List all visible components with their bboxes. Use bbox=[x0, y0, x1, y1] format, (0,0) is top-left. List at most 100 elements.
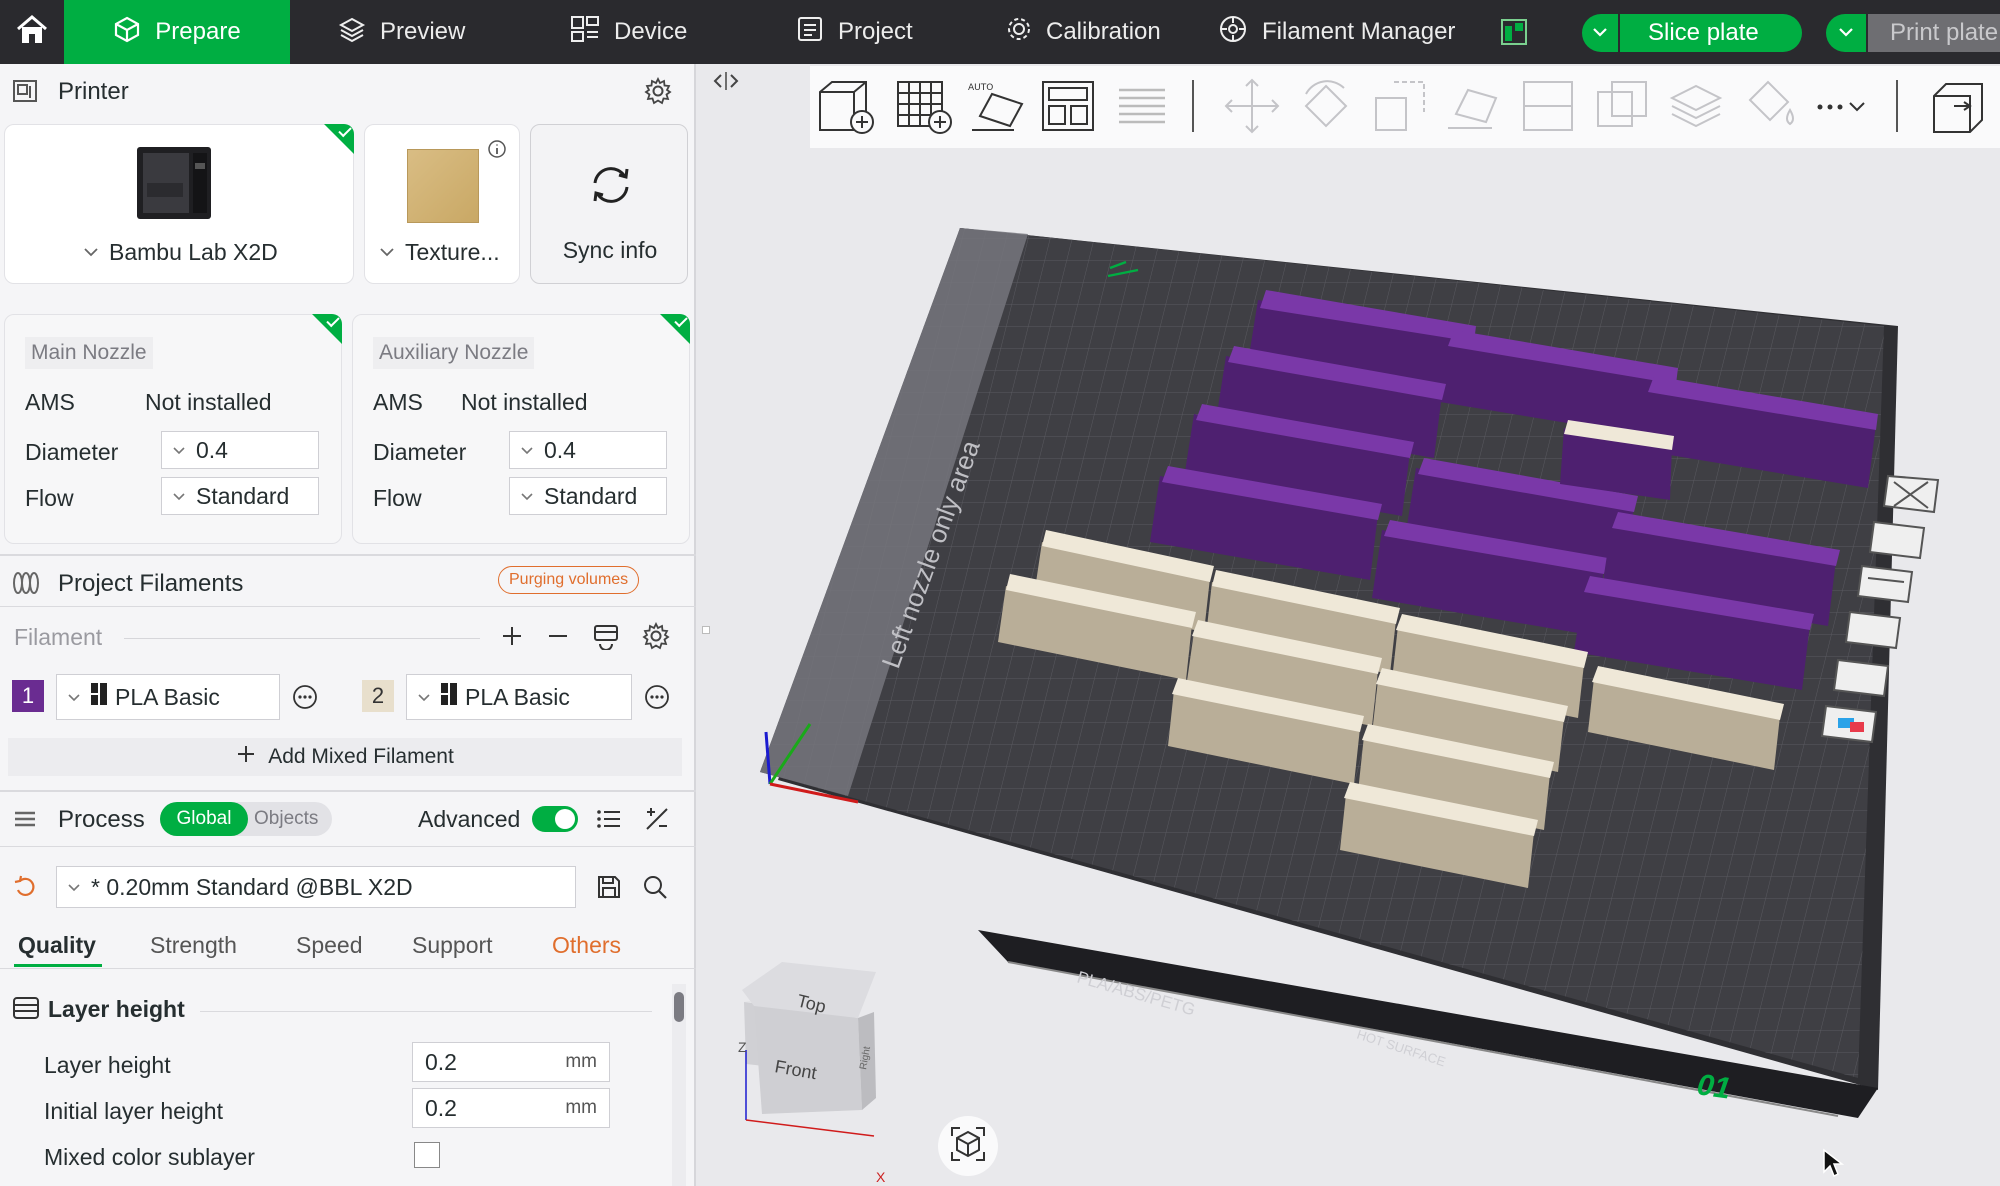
printer-settings-button[interactable] bbox=[644, 76, 672, 112]
layout-toggle-button[interactable] bbox=[1500, 18, 1528, 46]
tab-device[interactable]: Device bbox=[570, 0, 687, 64]
compare-presets-button[interactable] bbox=[644, 806, 670, 839]
list-view-button[interactable] bbox=[596, 806, 622, 839]
tab-preview[interactable]: Preview bbox=[338, 0, 465, 64]
filament-2-name: PLA Basic bbox=[465, 683, 570, 710]
chevron-down-icon bbox=[162, 446, 196, 455]
lay-on-face-button[interactable] bbox=[1444, 76, 1504, 141]
home-icon bbox=[15, 14, 49, 51]
advanced-switch[interactable] bbox=[532, 806, 578, 832]
tab-prepare[interactable]: Prepare bbox=[64, 0, 290, 64]
reset-camera-button[interactable] bbox=[938, 1116, 998, 1176]
info-icon[interactable] bbox=[487, 139, 507, 164]
filament-settings-button[interactable] bbox=[642, 621, 670, 655]
save-preset-button[interactable] bbox=[596, 874, 622, 905]
aux-flow-select[interactable]: Standard bbox=[509, 477, 667, 515]
tab-quality[interactable]: Quality bbox=[18, 932, 96, 959]
auto-orient-icon: AUTO bbox=[966, 83, 1026, 140]
filament-1-color-swatch[interactable]: 1 bbox=[12, 680, 44, 712]
support-paint-button[interactable] bbox=[1666, 76, 1726, 141]
tab-others[interactable]: Others bbox=[552, 932, 621, 959]
settings-scrollbar-thumb[interactable] bbox=[674, 992, 684, 1022]
layers-button[interactable] bbox=[1116, 76, 1168, 141]
filament-divider-line bbox=[124, 638, 480, 639]
settings-scrollbar-track[interactable] bbox=[672, 984, 686, 1186]
printer-model-select[interactable]: Bambu Lab X2D bbox=[83, 239, 278, 266]
plate-type-select[interactable]: Texture... bbox=[379, 239, 500, 266]
filament-sync-button[interactable] bbox=[592, 622, 620, 655]
undo-icon bbox=[12, 875, 38, 904]
filament-2-color-swatch[interactable]: 2 bbox=[362, 680, 394, 712]
main-flow-select[interactable]: Standard bbox=[161, 477, 319, 515]
build-plate-scene[interactable]: Left nozzle only area PLA/ABS/PETG HOT S… bbox=[698, 150, 2000, 1186]
tab-project[interactable]: Project bbox=[796, 0, 913, 64]
view-cube[interactable]: Top Front Right Z X bbox=[738, 962, 886, 1185]
rotate-tool-button[interactable] bbox=[1296, 76, 1356, 141]
filament-1-more-button[interactable] bbox=[292, 684, 318, 715]
sync-info-button[interactable]: Sync info bbox=[530, 124, 688, 284]
tab-support[interactable]: Support bbox=[412, 932, 493, 959]
auto-orient-button[interactable]: AUTO bbox=[966, 76, 1026, 141]
tab-calibration[interactable]: Calibration bbox=[1006, 0, 1161, 64]
printer-model-card[interactable]: Bambu Lab X2D bbox=[4, 124, 354, 284]
slice-plate-button[interactable]: Slice plate bbox=[1582, 14, 1802, 52]
plus-icon bbox=[236, 744, 256, 770]
remove-filament-button[interactable] bbox=[546, 624, 570, 653]
collapse-sidebar-button[interactable] bbox=[712, 70, 740, 97]
add-mixed-filament-button[interactable]: Add Mixed Filament bbox=[8, 738, 682, 776]
chevron-down-icon bbox=[57, 883, 91, 892]
gear-icon bbox=[642, 621, 670, 655]
arrange-button[interactable] bbox=[1040, 76, 1096, 141]
mesh-boolean-button[interactable] bbox=[1592, 76, 1652, 141]
assembly-view-button[interactable] bbox=[1930, 76, 1986, 141]
filament-1-select[interactable]: PLA Basic bbox=[56, 674, 280, 720]
chevron-down-icon bbox=[510, 446, 544, 455]
slice-dropdown-button[interactable] bbox=[1582, 14, 1620, 52]
process-preset-select[interactable]: * 0.20mm Standard @BBL X2D bbox=[56, 866, 576, 908]
printer-section-header: Printer bbox=[0, 64, 696, 118]
global-toggle-option[interactable]: Global bbox=[160, 802, 248, 836]
home-button[interactable] bbox=[0, 0, 64, 64]
initial-layer-height-label: Initial layer height bbox=[44, 1098, 223, 1124]
purging-volumes-button[interactable]: Purging volumes bbox=[498, 566, 640, 594]
plate-number: 01 bbox=[1695, 1068, 1733, 1105]
tab-speed[interactable]: Speed bbox=[296, 932, 363, 959]
aux-diameter-select[interactable]: 0.4 bbox=[509, 431, 667, 469]
process-layers-icon bbox=[12, 806, 38, 839]
print-plate-button[interactable]: Print plate bbox=[1868, 14, 2000, 52]
filament-2-index: 2 bbox=[371, 683, 385, 708]
tab-filament-manager[interactable]: Filament Manager bbox=[1218, 0, 1455, 64]
tab-strength[interactable]: Strength bbox=[150, 932, 237, 959]
more-tools-button[interactable] bbox=[1814, 92, 1870, 127]
objects-toggle-option[interactable]: Objects bbox=[248, 808, 318, 830]
scope-toggle[interactable]: Global Objects bbox=[160, 802, 332, 836]
cut-tool-button[interactable] bbox=[1518, 76, 1578, 141]
layer-height-input[interactable]: 0.2 mm bbox=[412, 1042, 610, 1082]
reset-preset-button[interactable] bbox=[12, 874, 38, 905]
support-paint-icon bbox=[1666, 84, 1726, 140]
process-tabs: Quality Strength Speed Support Others bbox=[0, 926, 696, 967]
color-paint-button[interactable] bbox=[1740, 76, 1800, 141]
move-icon bbox=[1222, 78, 1282, 140]
layer-height-value: 0.2 bbox=[425, 1048, 457, 1075]
filament-2-more-button[interactable] bbox=[644, 684, 670, 715]
scale-tool-button[interactable] bbox=[1370, 76, 1430, 141]
main-diameter-value: 0.4 bbox=[196, 436, 228, 463]
printer-model-label: Bambu Lab X2D bbox=[109, 239, 278, 265]
move-tool-button[interactable] bbox=[1222, 76, 1282, 141]
initial-layer-height-input[interactable]: 0.2 mm bbox=[412, 1088, 610, 1128]
add-filament-button[interactable] bbox=[500, 624, 524, 653]
axis-x-label: X bbox=[876, 1169, 886, 1185]
main-diameter-select[interactable]: 0.4 bbox=[161, 431, 319, 469]
mixed-color-sublayer-checkbox[interactable] bbox=[414, 1142, 440, 1168]
print-dropdown-button[interactable] bbox=[1826, 14, 1866, 52]
add-plate-button[interactable] bbox=[894, 76, 954, 141]
list-icon bbox=[596, 810, 622, 838]
build-plate-card[interactable]: Texture... bbox=[364, 124, 520, 284]
compare-icon bbox=[644, 808, 670, 838]
add-object-button[interactable] bbox=[816, 76, 880, 141]
layout-icon bbox=[1500, 19, 1528, 50]
search-settings-button[interactable] bbox=[642, 874, 668, 905]
filament-2-select[interactable]: PLA Basic bbox=[406, 674, 632, 720]
print-plate-label: Print plate bbox=[1890, 19, 1999, 46]
